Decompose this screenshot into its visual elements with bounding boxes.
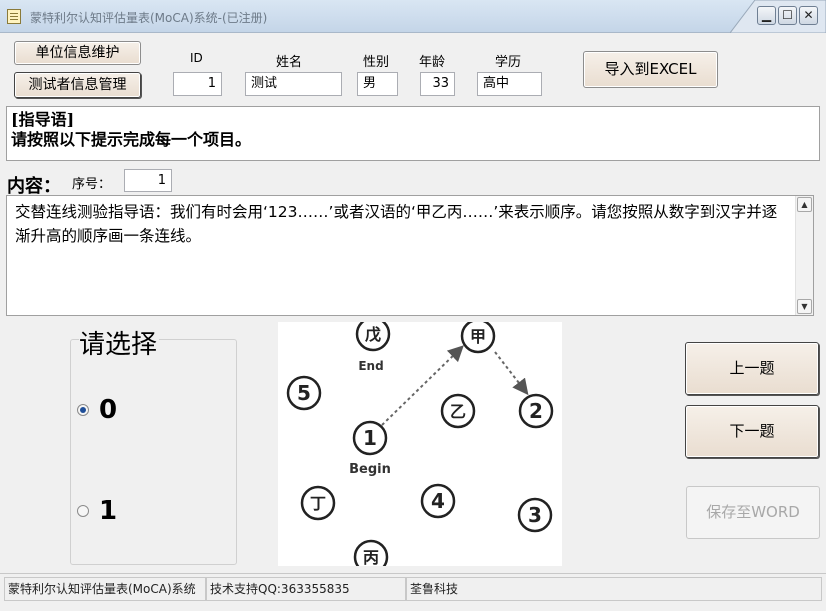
choice-title: 请选择 (79, 324, 160, 361)
id-label: ID (190, 51, 203, 65)
name-label: 姓名 (276, 55, 303, 70)
next-question-button[interactable]: 下一题 (685, 405, 819, 458)
gender-label: 性别 (363, 55, 390, 70)
instruction-text: 请按照以下提示完成每一个项目。 (11, 130, 252, 149)
status-bar: 蒙特利尔认知评估量表(MoCA)系统 技术支持QQ:363355835 荃鲁科技 (0, 573, 826, 603)
age-label: 年龄 (419, 55, 446, 70)
unit-info-button[interactable]: 单位信息维护 (14, 41, 141, 65)
node-ding: 丁 (310, 494, 326, 513)
app-document-icon (7, 9, 21, 24)
radio-option-1-label[interactable]: 1 (99, 496, 117, 526)
age-field[interactable]: 33 (420, 72, 455, 96)
sequence-label: 序号： (72, 177, 112, 192)
maximize-button[interactable]: ☐ (778, 6, 797, 25)
name-field[interactable]: 测试 (245, 72, 342, 96)
save-word-button[interactable]: 保存至WORD (686, 486, 820, 539)
status-company: 荃鲁科技 (406, 577, 822, 601)
status-support: 技术支持QQ:363355835 (206, 577, 406, 601)
node-jia: 甲 (470, 327, 486, 346)
close-button[interactable]: ✕ (799, 6, 818, 25)
scroll-down-arrow-icon[interactable]: ▼ (797, 299, 812, 314)
content-scrollbar[interactable]: ▲ ▼ (795, 196, 813, 315)
scroll-up-arrow-icon[interactable]: ▲ (797, 197, 812, 212)
window-title: 蒙特利尔认知评估量表(MoCA)系统-(已注册) (30, 11, 268, 25)
prev-question-button[interactable]: 上一题 (685, 342, 819, 395)
radio-option-0-label[interactable]: 0 (99, 395, 117, 425)
export-excel-button[interactable]: 导入到EXCEL (583, 51, 718, 88)
node-4: 4 (431, 489, 445, 513)
sequence-field[interactable]: 1 (124, 169, 172, 192)
status-app-name: 蒙特利尔认知评估量表(MoCA)系统 (4, 577, 206, 601)
path-arrow-jia-to-2 (494, 351, 529, 396)
trail-making-figure: 戊 甲 5 乙 2 1 丁 4 3 丙 End Begin (278, 322, 562, 566)
node-wu: 戊 (365, 325, 381, 344)
radio-option-1[interactable] (77, 505, 89, 517)
content-text: 交替连线测验指导语：我们有时会用‘123……’或者汉语的‘甲乙丙……’来表示顺序… (15, 203, 778, 245)
instruction-heading: [指导语] (11, 110, 75, 129)
node-5: 5 (297, 381, 311, 405)
radio-option-0[interactable] (77, 404, 89, 416)
node-2: 2 (529, 399, 543, 423)
begin-label: Begin (349, 462, 391, 477)
node-bing: 丙 (363, 548, 379, 566)
id-field[interactable]: 1 (173, 72, 222, 96)
node-3: 3 (528, 503, 542, 527)
end-label: End (358, 359, 383, 373)
gender-field[interactable]: 男 (357, 72, 398, 96)
minimize-button[interactable]: ▁ (757, 6, 776, 25)
tester-info-button[interactable]: 测试者信息管理 (14, 72, 141, 98)
title-bar: 蒙特利尔认知评估量表(MoCA)系统-(已注册) ▁ ☐ ✕ (0, 0, 826, 33)
education-label: 学历 (495, 55, 522, 70)
instruction-panel: [指导语] 请按照以下提示完成每一个项目。 (6, 106, 820, 161)
node-1: 1 (363, 426, 377, 450)
education-field[interactable]: 高中 (477, 72, 542, 96)
choice-groupbox (70, 339, 237, 565)
content-textarea[interactable]: 交替连线测验指导语：我们有时会用‘123……’或者汉语的‘甲乙丙……’来表示顺序… (6, 195, 814, 316)
node-yi: 乙 (450, 402, 466, 421)
